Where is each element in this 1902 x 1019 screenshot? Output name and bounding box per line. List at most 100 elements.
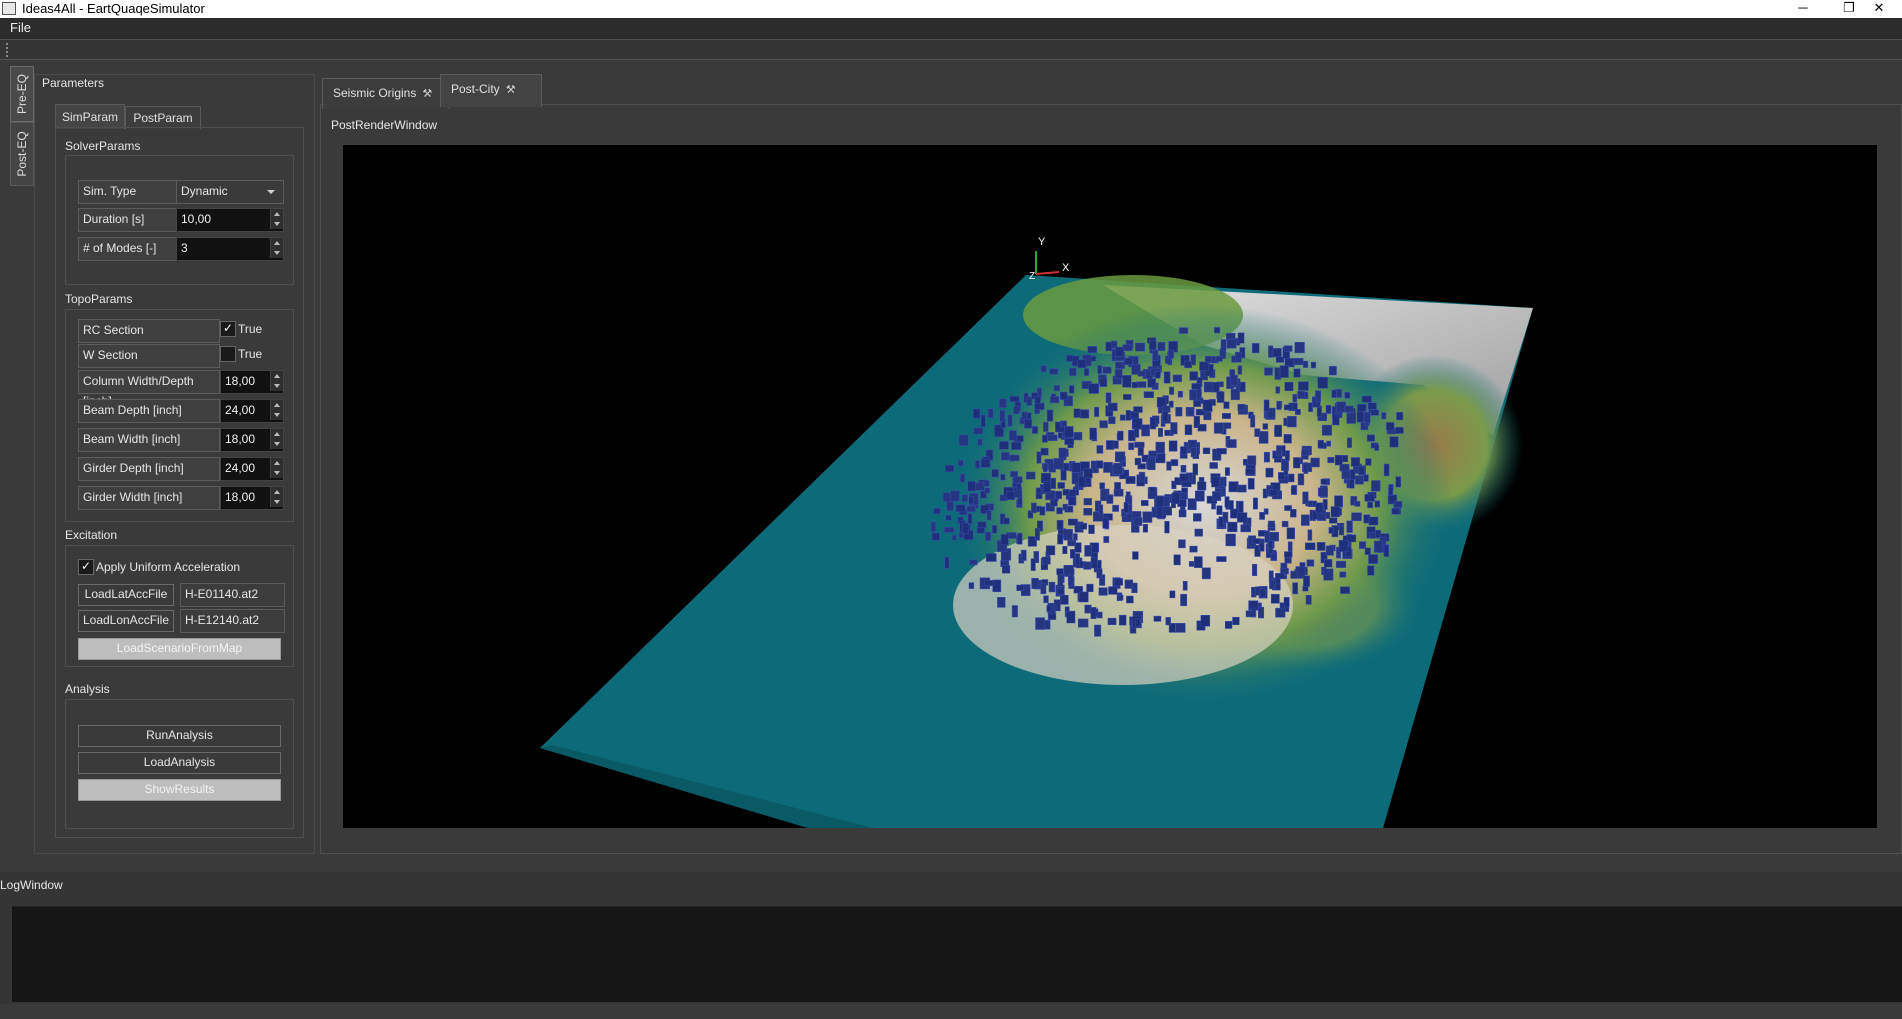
load-lon-acc-button[interactable]: LoadLonAccFile: [78, 610, 174, 632]
girder-width-spinbox[interactable]: 18,00: [220, 486, 284, 510]
building-block: [1368, 516, 1379, 526]
building-block: [1036, 451, 1042, 464]
building-block: [945, 464, 955, 472]
pin-icon[interactable]: ⚒: [506, 76, 516, 104]
spin-arrows-icon[interactable]: [270, 400, 283, 420]
building-block: [1220, 339, 1227, 351]
building-block: [1297, 390, 1305, 399]
rc-section-checkbox[interactable]: ✓: [220, 321, 236, 337]
load-analysis-button[interactable]: LoadAnalysis: [78, 752, 281, 774]
building-block: [1031, 578, 1039, 589]
log-output[interactable]: [12, 906, 1902, 1002]
building-block: [1136, 381, 1147, 388]
show-results-button[interactable]: ShowResults: [78, 779, 281, 801]
building-block: [1067, 539, 1077, 547]
building-block: [1164, 521, 1170, 534]
load-scenario-button[interactable]: LoadScenarioFromMap: [78, 638, 281, 660]
building-block: [1163, 371, 1171, 384]
building-block: [1320, 478, 1329, 485]
tab-seismic-origins-label: Seismic Origins: [333, 86, 417, 100]
w-section-checkbox[interactable]: [220, 346, 236, 362]
building-block: [1234, 351, 1242, 363]
status-bar: [0, 1004, 1902, 1019]
building-block: [1134, 441, 1145, 448]
menu-file[interactable]: File: [10, 20, 31, 35]
toolbar-grip-icon[interactable]: [6, 43, 11, 57]
render-viewport[interactable]: Y X Z: [343, 145, 1877, 828]
building-block: [1278, 472, 1285, 480]
lon-acc-file-field[interactable]: H-E12140.at2: [180, 609, 285, 633]
column-width-spinbox[interactable]: 18,00: [220, 370, 284, 394]
building-block: [1071, 462, 1082, 473]
building-block: [1257, 606, 1265, 619]
tab-postparam[interactable]: PostParam: [125, 106, 201, 129]
uniform-acceleration-checkbox[interactable]: ✓: [78, 559, 94, 575]
building-block: [1303, 462, 1309, 474]
building-block: [1325, 545, 1334, 556]
building-block: [1283, 345, 1293, 352]
building-block: [1323, 568, 1334, 581]
building-block: [957, 459, 964, 467]
building-block: [1040, 583, 1047, 595]
building-block: [1077, 359, 1087, 368]
building-block: [1284, 551, 1293, 558]
building-block: [1010, 471, 1018, 478]
building-block: [1102, 517, 1109, 529]
building-block: [967, 513, 973, 525]
building-block: [1263, 451, 1270, 463]
building-block: [1302, 585, 1309, 592]
beam-depth-spinbox[interactable]: 24,00: [220, 399, 284, 423]
building-block: [1215, 355, 1223, 362]
building-block: [1367, 402, 1377, 410]
spin-arrows-icon[interactable]: [270, 487, 283, 507]
spin-arrows-icon[interactable]: [270, 209, 283, 229]
building-block: [1245, 610, 1256, 618]
run-analysis-button[interactable]: RunAnalysis: [78, 725, 281, 747]
building-block: [1237, 512, 1248, 523]
building-block: [1157, 341, 1166, 351]
tab-pre-eq[interactable]: Pre-EQ: [10, 66, 34, 122]
modes-spinbox[interactable]: 3: [176, 237, 284, 261]
tab-post-city[interactable]: Post-City ⚒: [440, 74, 542, 107]
pin-icon[interactable]: ⚒: [422, 80, 432, 108]
beam-width-spinbox[interactable]: 18,00: [220, 428, 284, 452]
duration-spinbox[interactable]: 10,00: [176, 208, 284, 232]
spin-arrows-icon[interactable]: [270, 429, 283, 449]
building-block: [1204, 355, 1212, 363]
spin-arrows-icon[interactable]: [270, 238, 283, 258]
building-block: [1367, 501, 1374, 509]
building-block: [1324, 559, 1333, 568]
building-block: [1009, 395, 1020, 403]
tab-seismic-origins[interactable]: Seismic Origins ⚒: [322, 78, 450, 109]
building-block: [973, 427, 984, 435]
building-block: [1190, 447, 1197, 458]
sim-type-select[interactable]: Dynamic: [176, 180, 284, 204]
minimize-button[interactable]: ─: [1780, 0, 1826, 18]
building-block: [1073, 432, 1083, 441]
tab-post-eq[interactable]: Post-EQ: [10, 122, 34, 186]
building-block: [930, 521, 936, 533]
close-button[interactable]: ✕: [1856, 0, 1902, 18]
building-block: [1228, 481, 1239, 493]
building-block: [1083, 498, 1092, 506]
building-block: [1168, 440, 1178, 452]
building-block: [1168, 349, 1175, 359]
load-lat-acc-button[interactable]: LoadLatAccFile: [78, 584, 174, 606]
girder-depth-spinbox[interactable]: 24,00: [220, 457, 284, 481]
spin-arrows-icon[interactable]: [270, 371, 283, 391]
building-block: [1393, 501, 1403, 508]
building-block: [1181, 480, 1192, 488]
building-block: [1000, 534, 1009, 546]
building-block: [1048, 581, 1056, 593]
building-block: [1066, 355, 1074, 362]
tab-simparam[interactable]: SimParam: [55, 104, 125, 129]
building-block: [1180, 465, 1187, 473]
building-block: [1171, 492, 1180, 505]
building-block: [1230, 374, 1238, 386]
column-width-label: Column Width/Depth [inch]: [78, 370, 220, 408]
spin-arrows-icon[interactable]: [270, 458, 283, 478]
lat-acc-file-field[interactable]: H-E01140.at2: [180, 583, 285, 607]
building-block: [1199, 361, 1210, 371]
building-block: [1178, 327, 1189, 334]
building-block: [1057, 533, 1064, 545]
